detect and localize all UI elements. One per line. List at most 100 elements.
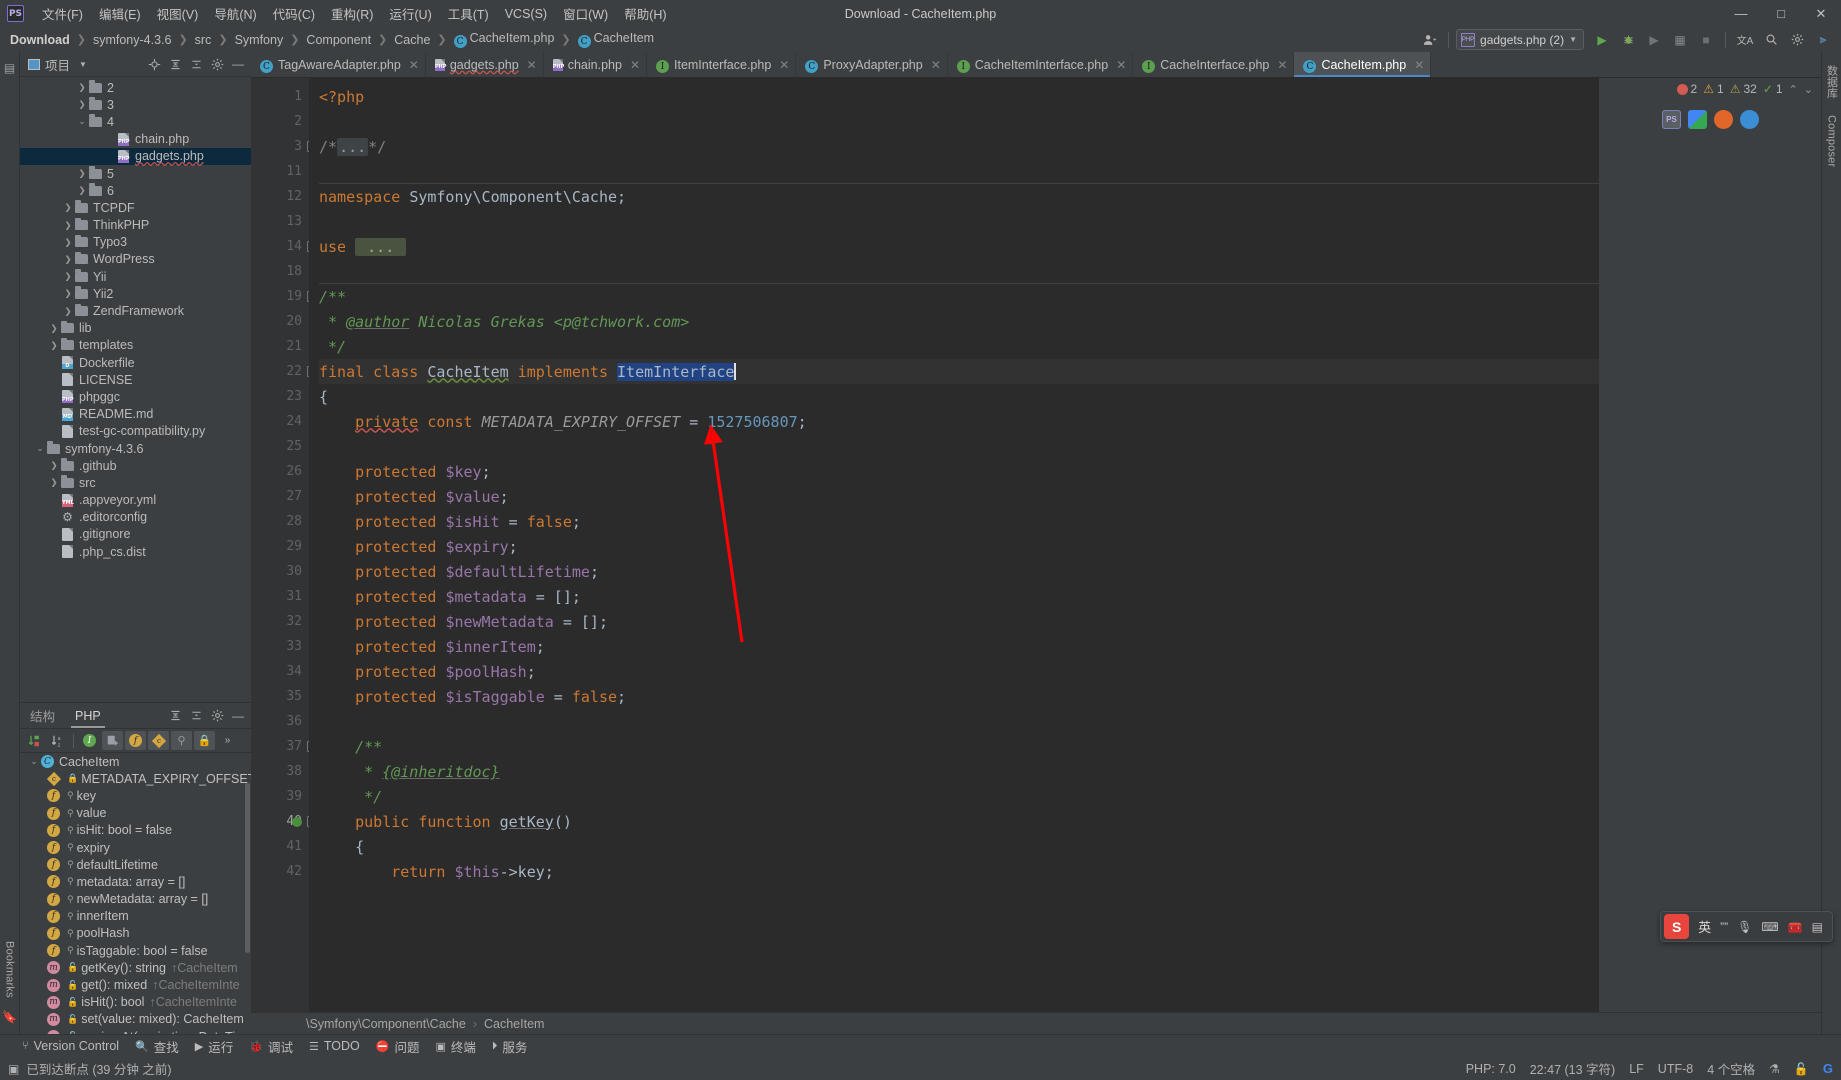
tree-row[interactable]: ⌄ 4 bbox=[20, 113, 251, 130]
editor-tab[interactable]: C ProxyAdapter.php ✕ bbox=[796, 52, 948, 77]
chevron-right-icon[interactable]: ❯ bbox=[62, 288, 74, 299]
code-content[interactable]: <?php/*... */namespace Symfony\Component\… bbox=[309, 78, 1599, 1012]
tab-php[interactable]: PHP bbox=[65, 703, 111, 728]
chevron-right-icon[interactable]: ❯ bbox=[62, 202, 74, 213]
tool-window-button[interactable]: ⑂ Version Control bbox=[22, 1039, 119, 1053]
tool-window-button[interactable]: ⛔ 问题 bbox=[376, 1037, 420, 1056]
tab-structure[interactable]: 结构 bbox=[20, 703, 65, 728]
git-icon[interactable]: G bbox=[1823, 1061, 1833, 1076]
gutter-line[interactable]: 23 bbox=[251, 384, 309, 409]
tree-row[interactable]: ❯ 5 bbox=[20, 165, 251, 182]
structure-row[interactable]: f ⚲ key bbox=[20, 787, 251, 804]
structure-row[interactable]: f ⚲ isTaggable: bool = false bbox=[20, 942, 251, 959]
gutter-line[interactable]: 40− bbox=[251, 809, 318, 834]
run-gutter-icon[interactable] bbox=[292, 816, 302, 827]
close-tab-icon[interactable]: ✕ bbox=[931, 58, 941, 72]
code-line[interactable]: use ... bbox=[319, 234, 1599, 259]
encoding-indicator[interactable]: UTF-8 bbox=[1658, 1062, 1693, 1076]
gutter-line[interactable]: 2 bbox=[251, 109, 309, 134]
code-line[interactable]: protected $isTaggable = false; bbox=[319, 684, 1599, 709]
tree-row[interactable]: ·⚙ .editorconfig bbox=[20, 509, 251, 526]
tree-row[interactable]: ❯ .github bbox=[20, 457, 251, 474]
gutter-line[interactable]: 36 bbox=[251, 709, 309, 734]
menu-item-1[interactable]: 编辑(E) bbox=[91, 1, 149, 26]
tree-row[interactable]: · test-gc-compatibility.py bbox=[20, 423, 251, 440]
account-icon[interactable] bbox=[1417, 29, 1441, 50]
structure-row[interactable]: f ⚲ value bbox=[20, 805, 251, 822]
code-line[interactable]: <?php bbox=[319, 84, 1599, 109]
tree-row[interactable]: ❯ WordPress bbox=[20, 251, 251, 268]
code-line[interactable] bbox=[319, 259, 1599, 284]
tree-row[interactable]: ❯ 3 bbox=[20, 96, 251, 113]
menu-item-0[interactable]: 文件(F) bbox=[34, 1, 91, 26]
breadcrumb-item-0[interactable]: Download bbox=[8, 33, 72, 47]
tool-window-button[interactable]: ⏵ 服务 bbox=[492, 1037, 528, 1056]
gutter-line[interactable]: 42 bbox=[251, 859, 309, 884]
sort-alphabetically-icon[interactable]: az bbox=[47, 731, 68, 750]
code-line[interactable] bbox=[319, 109, 1599, 134]
structure-row[interactable]: f ⚲ isHit: bool = false bbox=[20, 822, 251, 839]
structure-row[interactable]: f ⚲ newMetadata: array = [] bbox=[20, 891, 251, 908]
chevron-right-icon[interactable]: ❯ bbox=[76, 82, 88, 93]
gutter-line[interactable]: 22− bbox=[251, 359, 318, 384]
editor-breadcrumb[interactable]: \Symfony\Component\Cache › CacheItem bbox=[251, 1012, 1821, 1034]
settings-gear-icon[interactable] bbox=[1785, 29, 1809, 50]
editor-tab[interactable]: I ItemInterface.php ✕ bbox=[647, 52, 797, 77]
gutter-line[interactable]: 39⌐ bbox=[251, 784, 315, 809]
chevron-down-icon[interactable]: ⌄ bbox=[28, 756, 40, 767]
sogou-logo-icon[interactable]: S bbox=[1664, 914, 1690, 939]
gutter-line[interactable]: 3+ bbox=[251, 134, 318, 159]
code-line[interactable]: protected $newMetadata = []; bbox=[319, 609, 1599, 634]
tree-row[interactable]: ·PHP chain.php bbox=[20, 131, 251, 148]
maximize-button[interactable]: □ bbox=[1761, 0, 1801, 27]
sort-by-visibility-icon[interactable] bbox=[24, 731, 45, 750]
chevron-right-icon[interactable]: ❯ bbox=[62, 306, 74, 317]
code-line[interactable] bbox=[319, 434, 1599, 459]
close-tab-icon[interactable]: ✕ bbox=[1414, 58, 1424, 72]
gear-icon[interactable] bbox=[207, 706, 227, 726]
menu-item-2[interactable]: 视图(V) bbox=[149, 1, 207, 26]
gutter-line[interactable]: 13 bbox=[251, 209, 309, 234]
code-line[interactable]: protected $value; bbox=[319, 484, 1599, 509]
structure-row[interactable]: m 🔓 set(value: mixed): CacheItem bbox=[20, 1011, 251, 1028]
run-with-coverage-button[interactable]: ▶ bbox=[1642, 29, 1666, 50]
gutter-line[interactable]: 20 bbox=[251, 309, 309, 334]
profile-button[interactable]: ▦ bbox=[1668, 29, 1692, 50]
chevron-right-icon[interactable]: ❯ bbox=[76, 168, 88, 179]
gutter-line[interactable]: 41 bbox=[251, 834, 309, 859]
edge-icon[interactable] bbox=[1740, 110, 1759, 129]
inspection-widget[interactable]: 2 ⚠ 1 ⚠ 32 ✓ 1 ⌃ ⌄ bbox=[1676, 82, 1813, 96]
firefox-icon[interactable] bbox=[1714, 110, 1733, 129]
structure-row[interactable]: f ⚲ defaultLifetime bbox=[20, 856, 251, 873]
php-icon[interactable]: PS bbox=[1662, 110, 1681, 129]
gutter-line[interactable]: 27 bbox=[251, 484, 309, 509]
lock-icon[interactable]: 🔓 bbox=[1794, 1062, 1809, 1076]
project-panel-title-group[interactable]: 项目 ▼ bbox=[28, 55, 87, 74]
gutter-line[interactable]: 21⌐ bbox=[251, 334, 315, 359]
gutter-line[interactable]: 31 bbox=[251, 584, 309, 609]
quote-icon[interactable]: ”” bbox=[1720, 920, 1728, 934]
gutter-line[interactable]: 38 bbox=[251, 759, 309, 784]
menu-item-10[interactable]: 帮助(H) bbox=[616, 1, 674, 26]
code-line[interactable] bbox=[319, 209, 1599, 234]
tree-row[interactable]: · LICENSE bbox=[20, 371, 251, 388]
project-rail-icon[interactable]: ▤ bbox=[2, 61, 18, 77]
more-actions-icon[interactable]: » bbox=[217, 731, 238, 750]
gutter-line[interactable]: 11 bbox=[251, 159, 309, 184]
chevron-down-icon[interactable]: ⌄ bbox=[76, 116, 88, 127]
structure-scrollbar[interactable] bbox=[245, 783, 250, 953]
code-line[interactable]: return $this ->key; bbox=[319, 859, 1599, 884]
gutter-line[interactable]: 33 bbox=[251, 634, 309, 659]
gutter-line[interactable]: 12 bbox=[251, 184, 309, 209]
code-line[interactable]: protected $innerItem; bbox=[319, 634, 1599, 659]
tree-row[interactable]: ❯ ThinkPHP bbox=[20, 217, 251, 234]
chevron-down-icon[interactable]: ▼ bbox=[79, 60, 87, 69]
gutter-line[interactable]: 29 bbox=[251, 534, 309, 559]
tree-row[interactable]: ·D Dockerfile bbox=[20, 354, 251, 371]
breadcrumb-item-2[interactable]: src bbox=[193, 33, 214, 47]
status-message[interactable]: 已到达断点 (39 分钟 之前) bbox=[26, 1059, 171, 1078]
gutter-line[interactable]: 34 bbox=[251, 659, 309, 684]
code-line[interactable]: protected $isHit = false; bbox=[319, 509, 1599, 534]
chevron-right-icon[interactable]: ❯ bbox=[62, 220, 74, 231]
code-line[interactable]: */ bbox=[319, 784, 1599, 809]
